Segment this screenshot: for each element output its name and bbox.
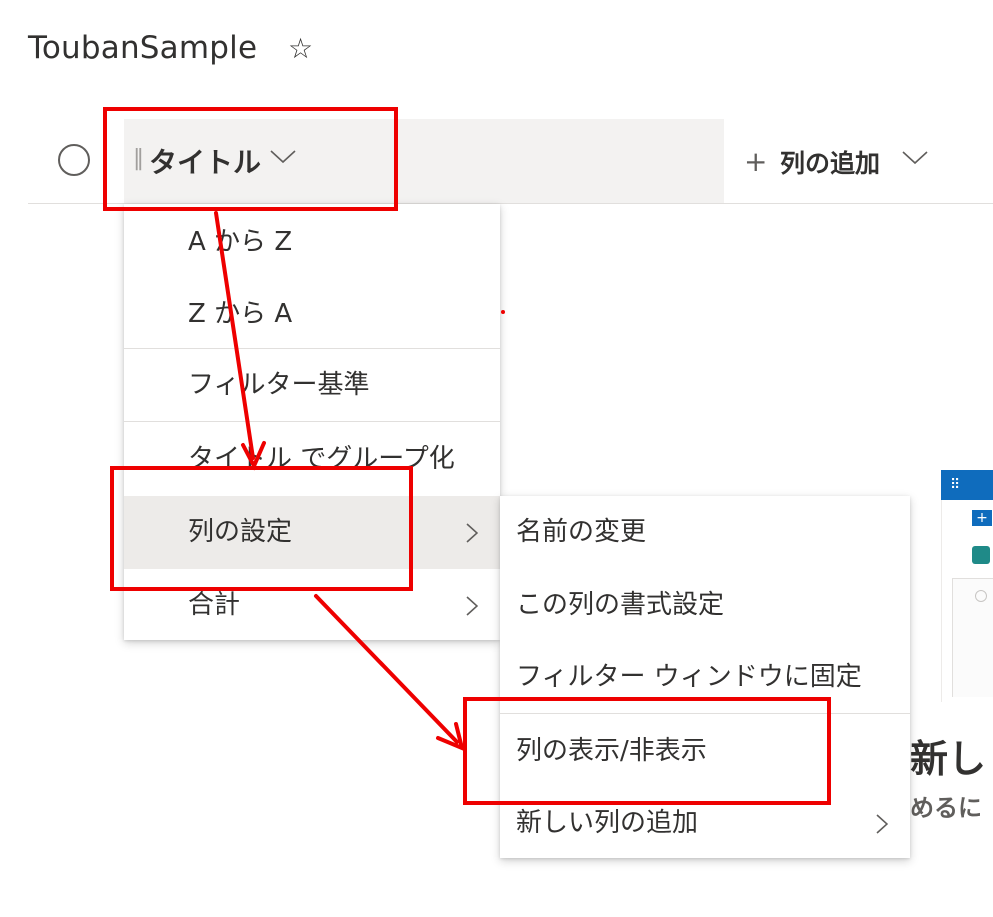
menu-divider — [124, 421, 500, 422]
illustration-plus-icon: + — [972, 510, 992, 526]
submenu-item-rename[interactable]: 名前の変更 — [500, 496, 910, 569]
chevron-right-icon — [466, 596, 478, 616]
chevron-right-icon — [466, 523, 478, 543]
empty-state-heading: 新し — [910, 737, 987, 781]
annotation-dot — [501, 310, 505, 314]
menu-item-label: フィルター基準 — [188, 370, 370, 400]
chevron-down-icon — [902, 151, 928, 165]
waffle-icon: ⠿ — [950, 477, 961, 493]
annotation-box-column-settings — [110, 466, 413, 591]
submenu-item-format-column[interactable]: この列の書式設定 — [500, 569, 910, 642]
add-icon: + — [744, 145, 768, 178]
menu-item-sort-a-to-z[interactable]: A から Z — [124, 206, 500, 279]
add-column-button[interactable]: 列の追加 — [780, 144, 880, 180]
menu-item-label: 名前の変更 — [516, 517, 647, 547]
illustration-radio-icon — [975, 590, 987, 602]
menu-item-label: Z から A — [188, 299, 293, 329]
empty-state-subtext: めるに — [910, 794, 982, 822]
annotation-arrowhead — [436, 722, 465, 752]
menu-item-sort-z-to-a[interactable]: Z から A — [124, 278, 500, 351]
favorite-star-icon[interactable]: ☆ — [288, 32, 313, 65]
menu-item-filter-by[interactable]: フィルター基準 — [124, 349, 500, 422]
list-title: ToubanSample — [28, 30, 258, 66]
select-all-checkbox[interactable] — [58, 144, 90, 176]
illustration-app-bar — [941, 470, 993, 500]
annotation-box-title-header — [103, 107, 398, 211]
menu-item-label: A から Z — [188, 227, 293, 257]
annotation-box-show-hide — [463, 697, 831, 805]
menu-item-label: この列の書式設定 — [516, 590, 725, 620]
chevron-right-icon — [876, 814, 888, 834]
illustration-tile-icon — [972, 546, 990, 564]
